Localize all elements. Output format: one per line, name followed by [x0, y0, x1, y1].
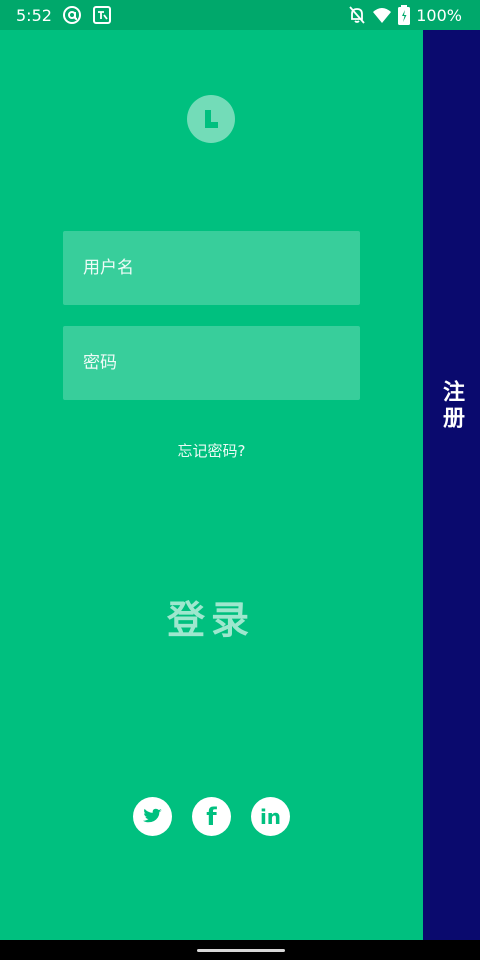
battery-percent: 100%: [416, 5, 462, 25]
status-bar: 5:52 100%: [0, 0, 480, 30]
translate-icon: [92, 5, 112, 25]
home-indicator[interactable]: [197, 949, 285, 952]
linkedin-icon[interactable]: in: [251, 797, 290, 836]
status-right: 100%: [348, 5, 462, 25]
wifi-icon: [372, 5, 392, 25]
register-panel[interactable]: 注册: [423, 30, 480, 940]
username-input[interactable]: [63, 231, 360, 305]
facebook-glyph: f: [206, 803, 217, 831]
twitter-icon[interactable]: [133, 797, 172, 836]
forgot-password-link[interactable]: 忘记密码?: [0, 440, 423, 461]
status-left: 5:52: [16, 5, 112, 25]
status-time: 5:52: [16, 5, 52, 25]
notifications-off-icon: [348, 5, 366, 25]
battery-icon: [398, 5, 411, 25]
social-login-row: f in: [133, 797, 290, 836]
password-input[interactable]: [63, 326, 360, 400]
register-label[interactable]: 注册: [423, 380, 480, 432]
password-field[interactable]: [63, 326, 360, 400]
login-screen: 5:52 100% 用户名 忘记密码? 登录 f in 注册: [0, 0, 480, 960]
at-sign-icon: [62, 5, 82, 25]
username-field[interactable]: [63, 231, 360, 305]
logo-l-icon: [187, 95, 235, 143]
login-panel: 忘记密码? 登录 f in: [0, 30, 423, 940]
facebook-icon[interactable]: f: [192, 797, 231, 836]
linkedin-glyph: in: [259, 805, 282, 829]
navigation-bar: [0, 940, 480, 960]
login-button[interactable]: 登录: [131, 585, 291, 655]
